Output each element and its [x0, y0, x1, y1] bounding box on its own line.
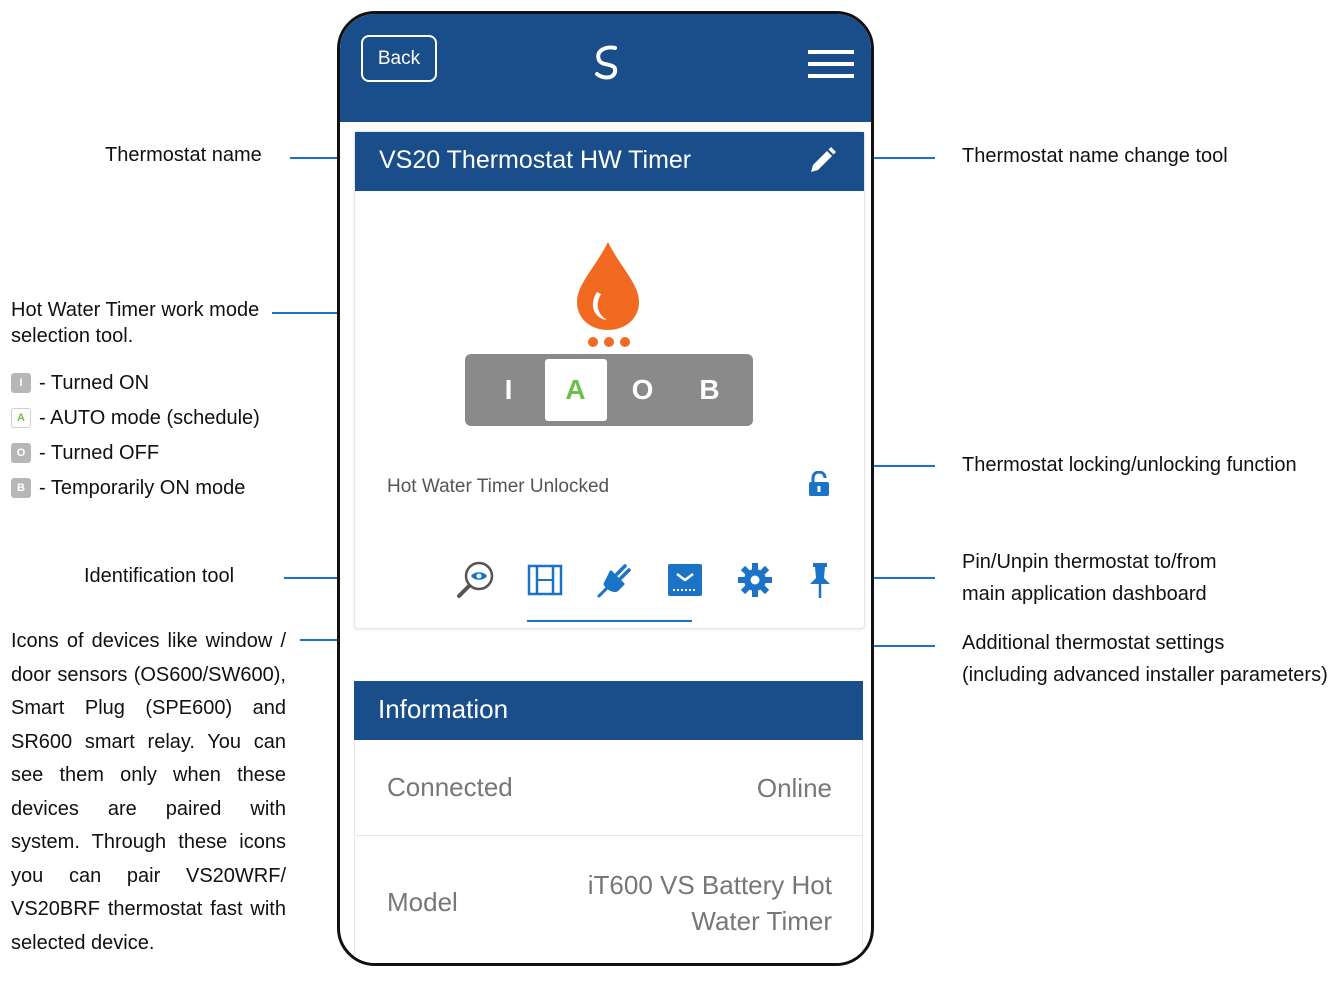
thermostat-header: VS20 Thermostat HW Timer	[355, 132, 864, 191]
device-icons-underline	[527, 620, 692, 622]
smart-plug-icon[interactable]	[595, 560, 635, 600]
info-row-connected: Connected Online	[354, 740, 863, 836]
water-drop-icon	[577, 242, 639, 330]
thermostat-card: VS20 Thermostat HW Timer I A O B Hot Wat…	[354, 131, 865, 629]
tool-icons	[455, 560, 835, 604]
identify-eye-icon[interactable]	[455, 560, 495, 600]
info-label-connected: Connected	[387, 772, 513, 802]
settings-gear-icon[interactable]	[735, 560, 775, 600]
info-value-model: iT600 VS Battery Hot Water Timer	[587, 870, 832, 936]
pin-icon[interactable]	[800, 560, 840, 600]
phone-frame: Back VS20 Thermostat HW Timer I A O B Ho…	[337, 11, 874, 966]
lock-status: Hot Water Timer Unlocked	[387, 476, 610, 497]
mode-on-button[interactable]: I	[478, 359, 540, 421]
mode-auto-button[interactable]: A	[544, 359, 607, 421]
salus-logo-icon[interactable]	[585, 40, 629, 84]
info-label-model: Model	[387, 887, 458, 917]
mode-boost-button[interactable]: B	[679, 359, 741, 421]
information-header: Information	[354, 681, 863, 740]
mode-selector: I A O B	[465, 354, 753, 426]
hamburger-menu-icon[interactable]	[808, 48, 854, 80]
mode-off-button[interactable]: O	[612, 359, 674, 421]
unlocked-padlock-icon[interactable]	[808, 471, 830, 497]
information-title: Information	[378, 694, 509, 724]
pencil-icon[interactable]	[807, 146, 837, 176]
info-value-connected: Online	[756, 773, 832, 803]
info-row-model: Model iT600 VS Battery Hot Water Timer	[354, 837, 863, 963]
smart-relay-icon[interactable]	[665, 560, 705, 600]
thermostat-name: VS20 Thermostat HW Timer	[379, 146, 692, 174]
status-dots-icon	[588, 337, 630, 347]
top-bar: Back	[340, 14, 871, 122]
window-sensor-icon[interactable]	[525, 560, 565, 600]
back-button[interactable]: Back	[361, 35, 437, 82]
